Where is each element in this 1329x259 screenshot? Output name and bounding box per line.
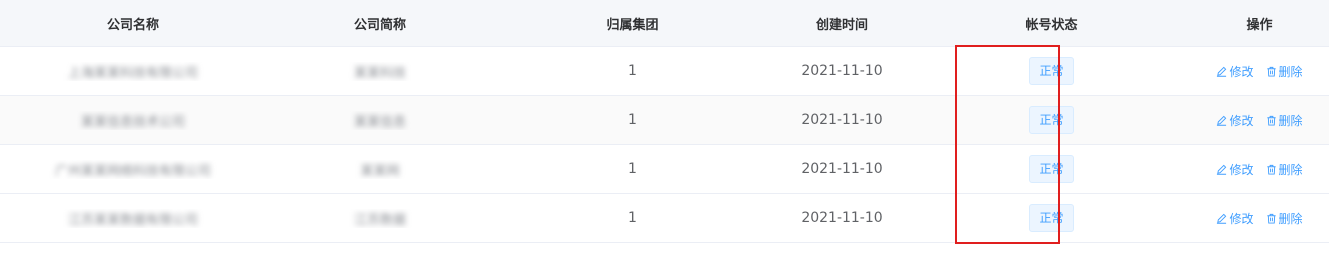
- group: 1: [628, 112, 637, 128]
- created-at: 2021-11-10: [801, 210, 883, 226]
- group: 1: [628, 210, 637, 226]
- created-at: 2021-11-10: [801, 63, 883, 79]
- table-row: 某某信息技术公司 某某信息 1 2021-11-10 正常 修改 删除: [0, 96, 1329, 145]
- status-badge: 正常: [1029, 155, 1074, 183]
- company-name: 广州某某网络科技有限公司: [54, 163, 211, 179]
- edit-button[interactable]: 修改: [1216, 210, 1254, 227]
- column-account-status: 帐号状态: [1025, 17, 1078, 33]
- delete-button[interactable]: 删除: [1266, 63, 1303, 80]
- table-row: 江苏某某数据有限公司 江苏数据 1 2021-11-10 正常 修改 删除: [0, 194, 1329, 243]
- trash-icon: [1266, 164, 1276, 175]
- column-short-name: 公司简称: [353, 17, 406, 33]
- company-name: 上海某某科技有限公司: [67, 65, 198, 81]
- edit-icon: [1217, 164, 1227, 175]
- table-row: 广州某某网络科技有限公司 某某网 1 2021-11-10 正常 修改 删除: [0, 145, 1329, 194]
- created-at: 2021-11-10: [801, 112, 883, 128]
- short-name: 某某信息: [353, 114, 406, 130]
- column-actions: 操作: [1246, 17, 1273, 33]
- trash-icon: [1266, 115, 1276, 126]
- edit-button[interactable]: 修改: [1216, 63, 1254, 80]
- edit-icon: [1217, 66, 1227, 77]
- company-name: 某某信息技术公司: [80, 114, 185, 130]
- delete-button[interactable]: 删除: [1266, 112, 1303, 129]
- company-name: 江苏某某数据有限公司: [67, 212, 198, 228]
- table-header: 公司名称 公司简称 归属集团 创建时间 帐号状态 操作: [0, 0, 1329, 47]
- short-name: 某某网: [360, 163, 400, 179]
- column-group: 归属集团: [606, 17, 659, 33]
- group: 1: [628, 161, 637, 177]
- edit-icon: [1217, 213, 1227, 224]
- edit-button[interactable]: 修改: [1216, 112, 1254, 129]
- column-company-name: 公司名称: [106, 17, 159, 33]
- short-name: 某某科技: [353, 65, 406, 81]
- trash-icon: [1266, 213, 1276, 224]
- created-at: 2021-11-10: [801, 161, 883, 177]
- edit-icon: [1217, 115, 1227, 126]
- status-badge: 正常: [1029, 106, 1074, 134]
- table-row: 上海某某科技有限公司 某某科技 1 2021-11-10 正常 修改 删除: [0, 47, 1329, 96]
- status-badge: 正常: [1029, 57, 1074, 85]
- group: 1: [628, 63, 637, 79]
- edit-button[interactable]: 修改: [1216, 161, 1254, 178]
- status-badge: 正常: [1029, 204, 1074, 232]
- company-table: 公司名称 公司简称 归属集团 创建时间 帐号状态 操作 上海某某科技有限公司 某…: [0, 0, 1329, 244]
- column-created-at: 创建时间: [815, 17, 868, 33]
- delete-button[interactable]: 删除: [1266, 161, 1303, 178]
- trash-icon: [1266, 66, 1276, 77]
- short-name: 江苏数据: [353, 212, 406, 228]
- delete-button[interactable]: 删除: [1266, 210, 1303, 227]
